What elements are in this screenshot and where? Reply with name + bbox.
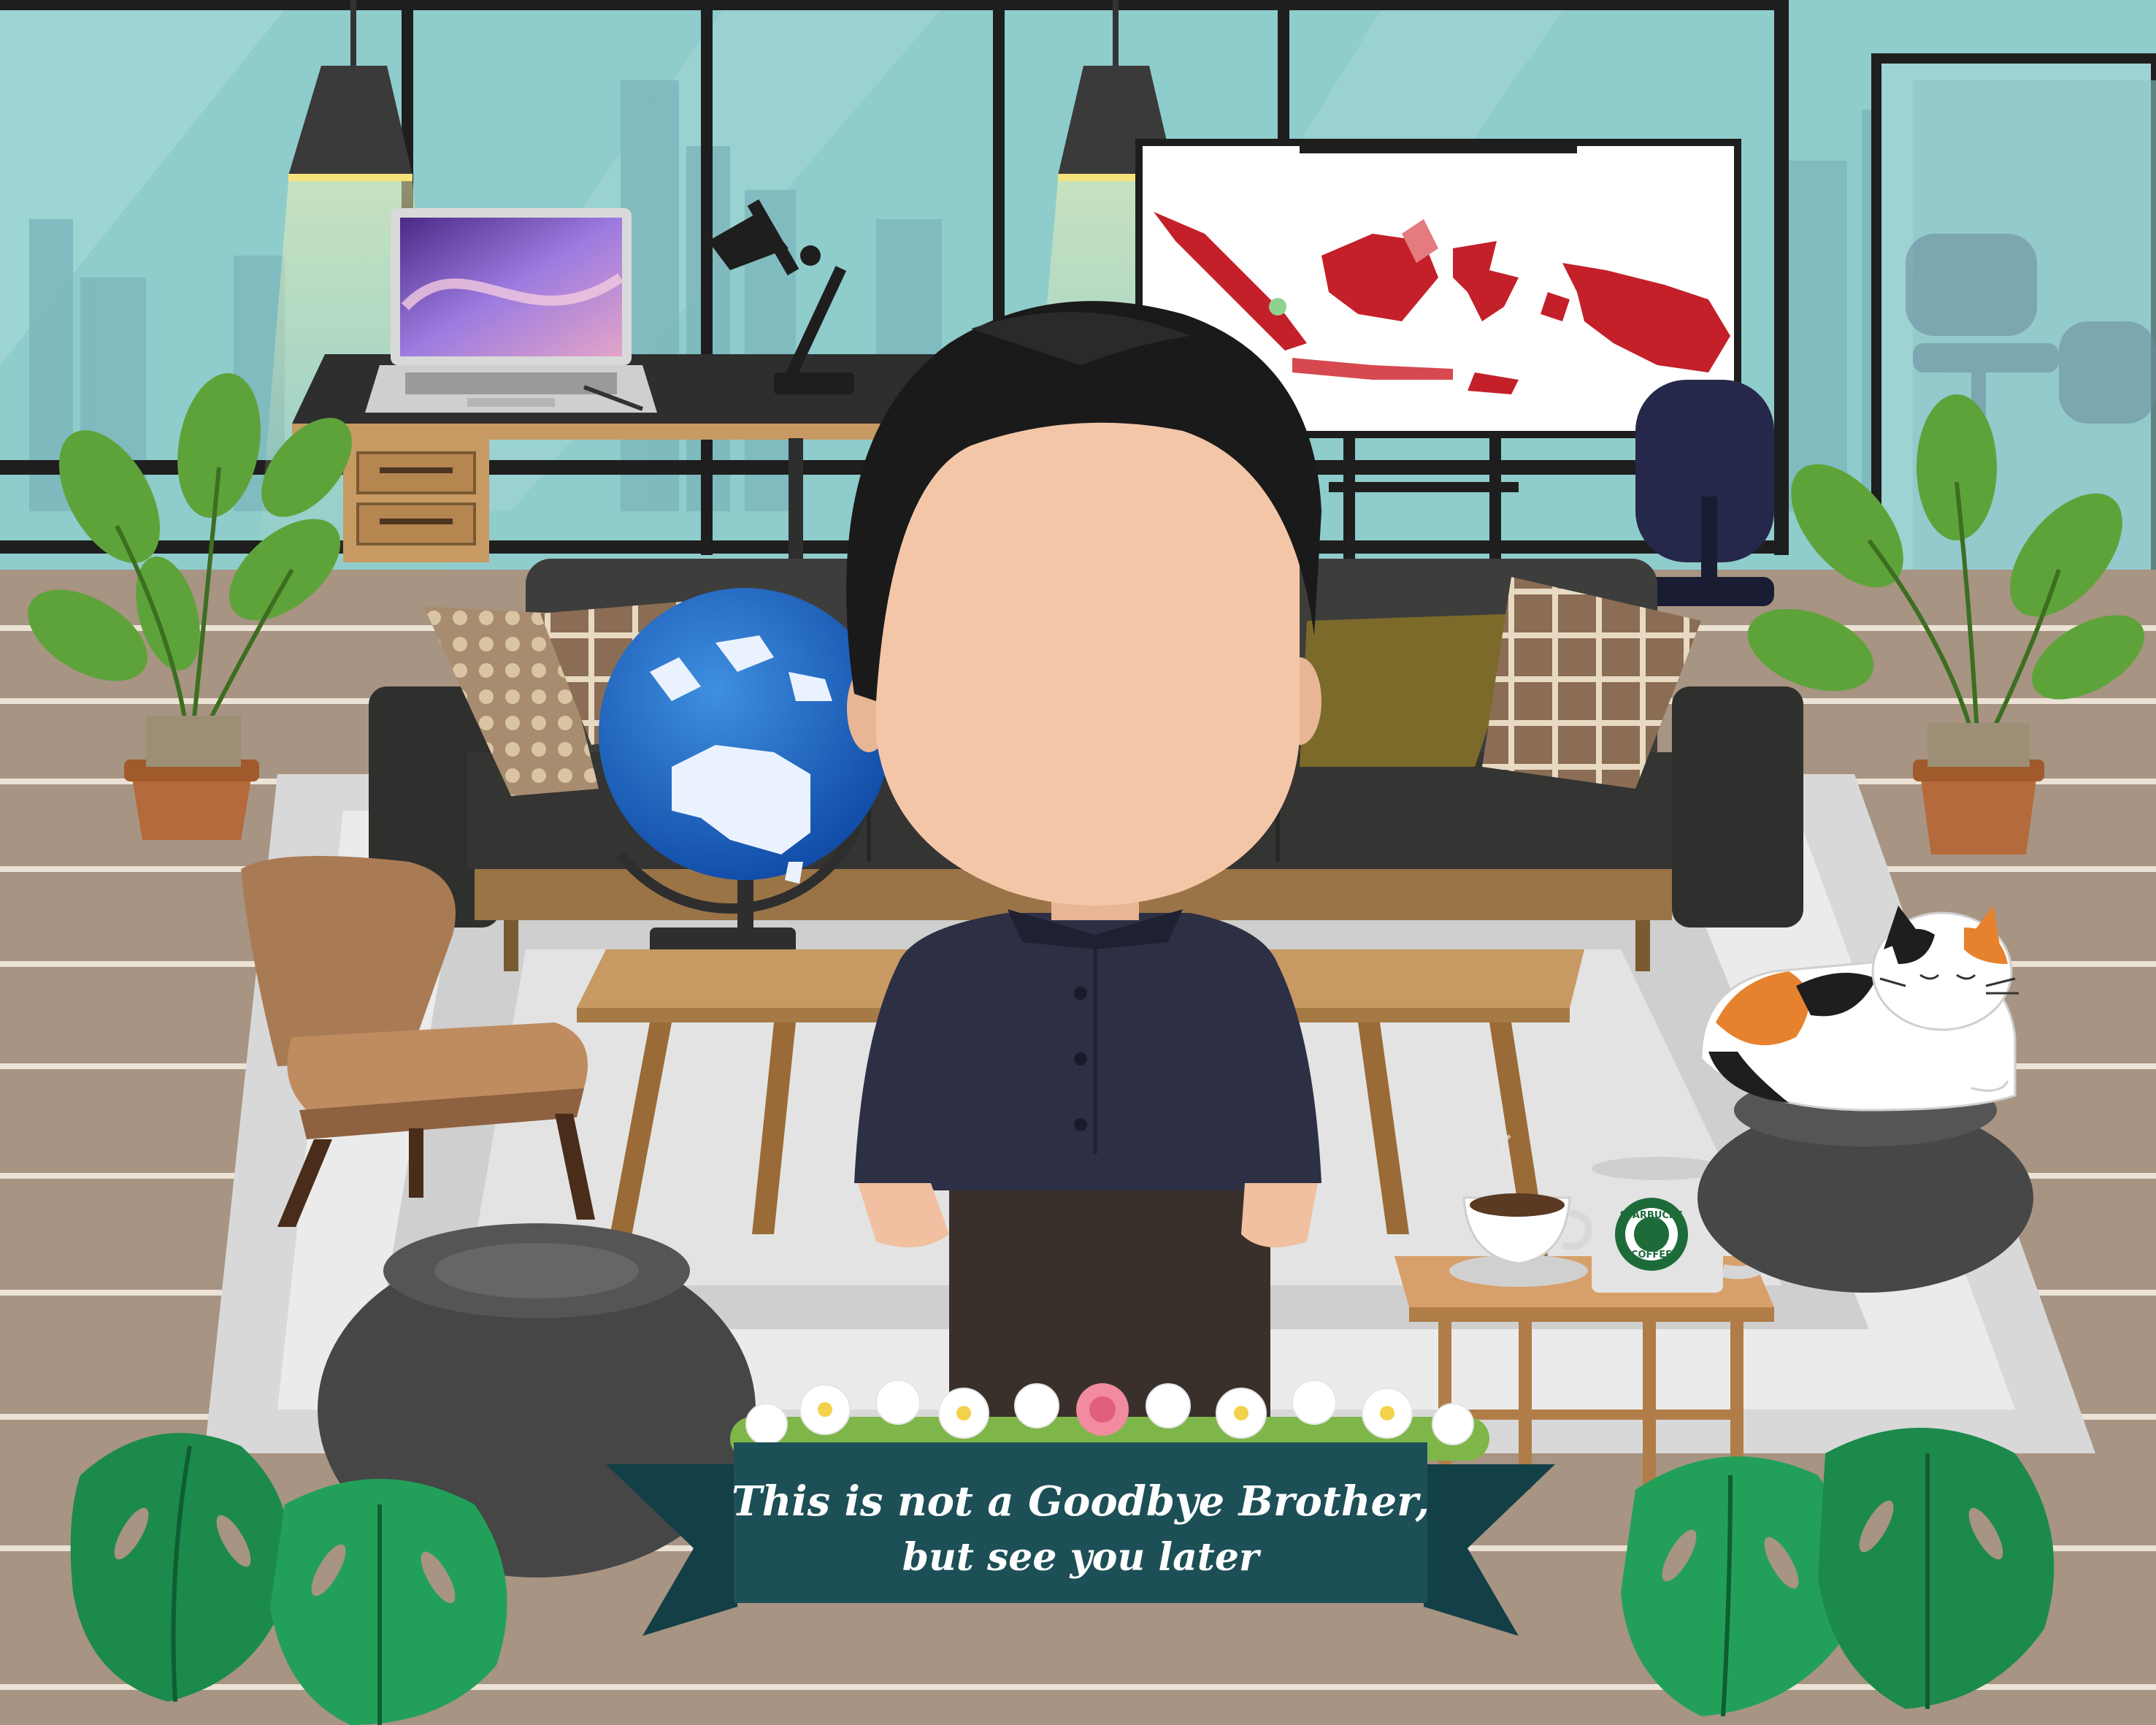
mug-brand-bottom: COFFEE <box>1631 1250 1672 1261</box>
banner-line-1: This is not a Goodbye Brother, <box>732 1477 1430 1526</box>
banner-line-2: but see you later <box>902 1535 1262 1580</box>
mug-brand-top: STARBUCKS <box>1620 1210 1684 1221</box>
right-hand <box>1241 1183 1318 1247</box>
illustration-scene: STARBUCKS COFFEE This is not a Goodbye B… <box>0 0 2156 1725</box>
laptop <box>365 208 657 413</box>
